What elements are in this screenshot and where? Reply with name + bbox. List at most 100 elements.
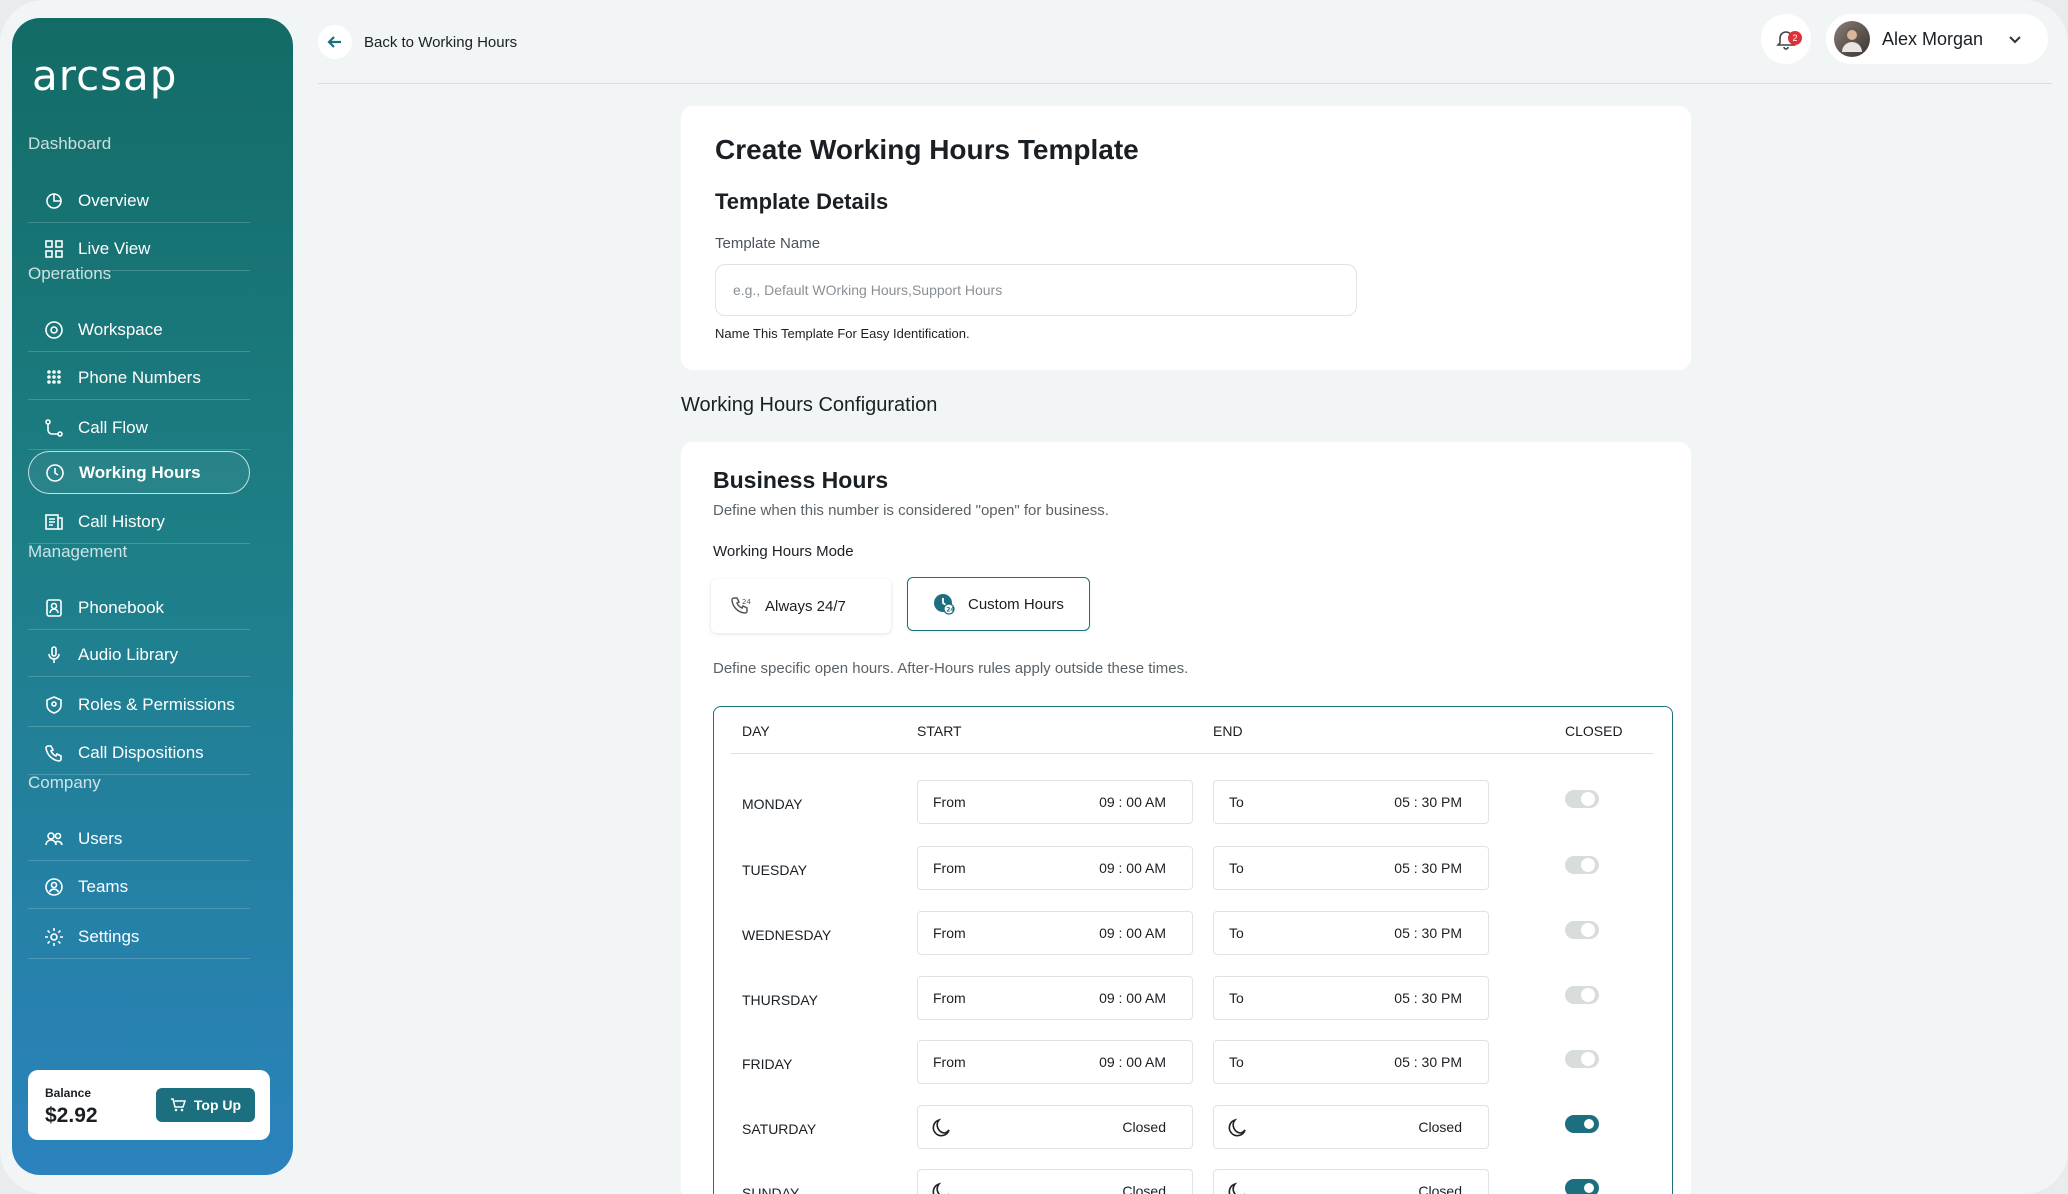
user-name: Alex Morgan xyxy=(1882,28,1984,49)
notifications-button[interactable]: 2 xyxy=(1761,14,1811,64)
col-header-start: START xyxy=(917,723,962,739)
closed-toggle[interactable] xyxy=(1565,921,1599,939)
closed-toggle[interactable] xyxy=(1565,856,1599,874)
sidebar-item-users[interactable]: Users xyxy=(28,818,250,861)
table-row: SATURDAY Closed Closed xyxy=(714,1105,1672,1155)
gear-icon xyxy=(44,927,64,947)
user-menu[interactable]: Alex Morgan xyxy=(1826,14,2048,64)
closed-toggle[interactable] xyxy=(1565,1115,1599,1133)
template-name-label: Template Name xyxy=(715,235,821,252)
start-time-field[interactable]: Closed xyxy=(917,1169,1193,1194)
template-details-heading: Template Details xyxy=(715,189,889,214)
end-time-field[interactable]: Closed xyxy=(1213,1105,1489,1149)
day-label: TUESDAY xyxy=(742,862,808,878)
history-icon xyxy=(44,512,64,532)
mode-custom-hours[interactable]: 24 Custom Hours xyxy=(907,577,1090,631)
table-row: WEDNESDAY From 09 : 00 AM To 05 : 30 PM xyxy=(714,911,1672,961)
phone-icon xyxy=(44,743,64,763)
top-up-button[interactable]: Top Up xyxy=(156,1088,255,1122)
table-row: SUNDAY Closed Closed xyxy=(714,1169,1672,1194)
balance-card: Balance $2.92 Top Up xyxy=(28,1070,270,1140)
day-label: THURSDAY xyxy=(742,992,818,1008)
page-title: Create Working Hours Template xyxy=(715,134,1139,165)
user-avatar-icon xyxy=(1842,28,1862,52)
sidebar-item-phone-numbers[interactable]: Phone Numbers xyxy=(28,357,250,400)
flow-icon xyxy=(44,418,64,438)
section-dashboard: Dashboard xyxy=(28,134,112,153)
template-details-card: Create Working Hours Template Template D… xyxy=(681,106,1691,370)
balance-amount: $2.92 xyxy=(45,1104,98,1127)
day-label: SUNDAY xyxy=(742,1185,800,1194)
sidebar-item-overview[interactable]: Overview xyxy=(28,180,250,223)
header-divider xyxy=(318,83,2052,84)
business-hours-heading: Business Hours xyxy=(713,467,889,493)
sidebar-item-settings[interactable]: Settings xyxy=(28,916,250,959)
sidebar-item-roles-permissions[interactable]: Roles & Permissions xyxy=(28,684,250,727)
end-time-field[interactable]: To 05 : 30 PM xyxy=(1213,976,1489,1020)
start-time-field[interactable]: From 09 : 00 AM xyxy=(917,1040,1193,1084)
sidebar-item-phonebook[interactable]: Phonebook xyxy=(28,587,250,630)
business-hours-card: Business Hours Define when this number i… xyxy=(681,442,1691,1194)
sidebar-item-workspace[interactable]: Workspace xyxy=(28,309,250,352)
custom-hours-description: Define specific open hours. After-Hours … xyxy=(713,660,1189,677)
users-icon xyxy=(44,829,64,849)
sidebar-item-working-hours[interactable]: Working Hours xyxy=(28,451,250,494)
back-arrow-icon[interactable] xyxy=(318,25,352,59)
template-name-input[interactable] xyxy=(715,264,1357,316)
grid-icon xyxy=(44,239,64,259)
col-header-closed: CLOSED xyxy=(1565,723,1623,739)
section-company: Company xyxy=(28,773,101,792)
clock-icon xyxy=(45,463,65,483)
sidebar-item-call-flow[interactable]: Call Flow xyxy=(28,407,250,450)
notification-badge: 2 xyxy=(1788,31,1802,45)
end-time-field[interactable]: To 05 : 30 PM xyxy=(1213,846,1489,890)
day-label: SATURDAY xyxy=(742,1121,817,1137)
start-time-field[interactable]: From 09 : 00 AM xyxy=(917,976,1193,1020)
closed-toggle[interactable] xyxy=(1565,986,1599,1004)
moon-icon xyxy=(1228,1182,1245,1194)
working-hours-config-title: Working Hours Configuration xyxy=(681,394,938,416)
closed-toggle[interactable] xyxy=(1565,1179,1599,1194)
logo: arcsap xyxy=(30,46,230,126)
end-time-field[interactable]: To 05 : 30 PM xyxy=(1213,911,1489,955)
table-row: THURSDAY From 09 : 00 AM To 05 : 30 PM xyxy=(714,976,1672,1026)
balance-label: Balance xyxy=(45,1086,92,1100)
workspace-icon xyxy=(44,320,64,340)
sidebar-item-teams[interactable]: Teams xyxy=(28,866,250,909)
custom-clock-icon: 24 xyxy=(934,594,955,615)
sidebar-item-audio-library[interactable]: Audio Library xyxy=(28,634,250,677)
sidebar-item-call-dispositions[interactable]: Call Dispositions xyxy=(28,732,250,775)
avatar xyxy=(1834,21,1870,57)
table-row: FRIDAY From 09 : 00 AM To 05 : 30 PM xyxy=(714,1040,1672,1090)
table-row: MONDAY From 09 : 00 AM To 05 : 30 PM xyxy=(714,780,1672,830)
back-label[interactable]: Back to Working Hours xyxy=(364,34,517,51)
back-link[interactable]: Back to Working Hours xyxy=(318,25,517,59)
template-name-help: Name This Template For Easy Identificati… xyxy=(715,326,970,341)
phone-24-icon: 24 xyxy=(731,597,751,614)
section-management: Management xyxy=(28,542,128,561)
mode-always-24-7[interactable]: 24 Always 24/7 xyxy=(711,579,891,633)
end-time-field[interactable]: To 05 : 30 PM xyxy=(1213,780,1489,824)
start-time-field[interactable]: From 09 : 00 AM xyxy=(917,911,1193,955)
start-time-field[interactable]: Closed xyxy=(917,1105,1193,1149)
day-label: MONDAY xyxy=(742,796,803,812)
closed-toggle[interactable] xyxy=(1565,790,1599,808)
moon-icon xyxy=(932,1118,950,1137)
start-time-field[interactable]: From 09 : 00 AM xyxy=(917,780,1193,824)
chevron-down-icon[interactable] xyxy=(2007,31,2023,47)
teams-icon xyxy=(44,877,64,897)
closed-toggle[interactable] xyxy=(1565,1050,1599,1068)
cart-icon xyxy=(170,1098,186,1112)
hours-table: DAY START END CLOSED MONDAY From 09 : 00 … xyxy=(713,706,1673,1194)
section-operations: Operations xyxy=(28,264,112,283)
sidebar-item-call-history[interactable]: Call History xyxy=(28,501,250,544)
table-header-divider xyxy=(730,753,1654,754)
end-time-field[interactable]: To 05 : 30 PM xyxy=(1213,1040,1489,1084)
svg-text:arcsap: arcsap xyxy=(32,51,177,100)
day-label: FRIDAY xyxy=(742,1056,793,1072)
start-time-field[interactable]: From 09 : 00 AM xyxy=(917,846,1193,890)
end-time-field[interactable]: Closed xyxy=(1213,1169,1489,1194)
svg-text:24: 24 xyxy=(946,606,954,613)
business-hours-description: Define when this number is considered "o… xyxy=(713,502,1109,519)
svg-text:24: 24 xyxy=(742,598,751,606)
